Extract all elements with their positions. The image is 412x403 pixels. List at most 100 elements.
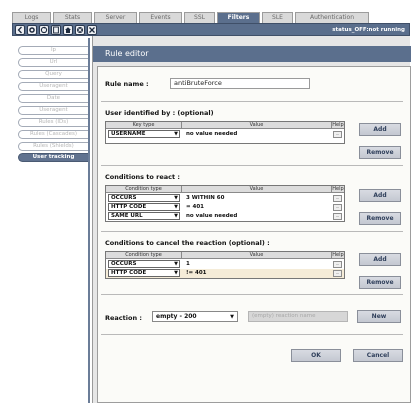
dropdown-arrow-icon: ▼: [174, 261, 178, 267]
help-button[interactable]: ...: [333, 131, 342, 138]
conditions-grid: Condition type Value Help OCCURS ▼ 3 WITH…: [105, 185, 345, 222]
tab-server[interactable]: Server: [94, 12, 137, 23]
help-button[interactable]: ...: [333, 213, 342, 220]
tab-logs[interactable]: Logs: [12, 12, 51, 23]
column-header-value: Value: [182, 252, 332, 259]
sidebar-item-date[interactable]: Date: [18, 94, 88, 103]
sidebar-item-query[interactable]: Query: [18, 70, 88, 79]
reaction-select[interactable]: empty - 200 ▼: [152, 311, 238, 322]
table-row[interactable]: HTTP CODE ▼ = 401 ...: [106, 203, 344, 212]
row-value: != 401: [186, 270, 207, 276]
user-identified-title: User identified by : (optional): [105, 109, 214, 117]
condition-type-value: HTTP CODE: [111, 270, 147, 276]
column-header-key-type: Key type: [106, 122, 182, 129]
sidebar-item-rules-shields[interactable]: Rules (Shields): [18, 142, 88, 151]
cancel-conditions-grid: Condition type Value Help OCCURS ▼ 1 ... …: [105, 251, 345, 279]
divider: [101, 231, 403, 232]
back-icon[interactable]: [15, 25, 25, 35]
table-row[interactable]: OCCURS ▼ 3 WITHIN 60 ...: [106, 194, 344, 203]
remove-cancel-condition-button[interactable]: Remove: [359, 276, 401, 289]
column-header-help: Help: [332, 122, 344, 129]
condition-type-value: SAME URL: [111, 213, 143, 219]
top-tab-bar: Logs Stats Server Events SSL Filters SLE…: [12, 12, 410, 23]
column-header-help: Help: [332, 252, 344, 259]
rule-name-input[interactable]: antiBruteForce: [170, 78, 310, 89]
new-document-icon[interactable]: [51, 25, 61, 35]
rule-name-label: Rule name :: [105, 80, 149, 88]
remove-user-key-button[interactable]: Remove: [359, 146, 401, 159]
sidebar-item-rules-cascades[interactable]: Rules (Cascades): [18, 130, 88, 139]
reaction-label: Reaction :: [105, 314, 142, 322]
help-button[interactable]: ...: [333, 261, 342, 268]
add-user-key-button[interactable]: Add: [359, 123, 401, 136]
dropdown-arrow-icon: ▼: [174, 195, 178, 201]
column-header-condition-type: Condition type: [106, 252, 182, 259]
filters-sidebar: Ip Url Query Useragent Date Useragent Ru…: [12, 38, 90, 403]
sidebar-item-url[interactable]: Url: [18, 58, 88, 67]
condition-type-select[interactable]: OCCURS ▼: [108, 194, 180, 202]
dropdown-arrow-icon: ▼: [174, 270, 178, 276]
stop-icon[interactable]: [27, 25, 37, 35]
key-type-select[interactable]: USERNAME ▼: [108, 130, 180, 138]
user-identified-grid: Key type Value Help USERNAME ▼ no value n…: [105, 121, 345, 144]
remove-condition-button[interactable]: Remove: [359, 212, 401, 225]
condition-type-value: HTTP CODE: [111, 204, 147, 210]
help-button[interactable]: ...: [333, 270, 342, 277]
toolbar: status_OFF:not running: [12, 23, 410, 36]
dropdown-arrow-icon: ▼: [174, 131, 178, 137]
sidebar-rail: [88, 38, 90, 403]
table-row[interactable]: SAME URL ▼ no value needed ...: [106, 212, 344, 221]
divider: [101, 294, 403, 295]
divider: [101, 334, 403, 335]
ok-button[interactable]: OK: [291, 349, 341, 362]
key-type-value: USERNAME: [111, 131, 146, 137]
sidebar-item-useragent-2[interactable]: Useragent: [18, 106, 88, 115]
sidebar-item-useragent[interactable]: Useragent: [18, 82, 88, 91]
tab-filters[interactable]: Filters: [217, 12, 260, 23]
refresh-icon[interactable]: [39, 25, 49, 35]
divider: [101, 165, 403, 166]
home-icon[interactable]: [63, 25, 73, 35]
reaction-name-field: (empty) reaction name: [248, 311, 348, 322]
column-header-condition-type: Condition type: [106, 186, 182, 193]
tab-events[interactable]: Events: [139, 12, 182, 23]
table-row[interactable]: OCCURS ▼ 1 ...: [106, 260, 344, 269]
condition-type-select[interactable]: HTTP CODE ▼: [108, 269, 180, 277]
tab-authentication[interactable]: Authentication: [295, 12, 369, 23]
cancel-button[interactable]: Cancel: [353, 349, 403, 362]
condition-type-select[interactable]: OCCURS ▼: [108, 260, 180, 268]
delete-icon[interactable]: [75, 25, 85, 35]
table-row-selected[interactable]: HTTP CODE ▼ != 401 ...: [106, 269, 344, 278]
sidebar-item-user-tracking[interactable]: User tracking: [18, 153, 88, 162]
tab-stats[interactable]: Stats: [53, 12, 92, 23]
add-cancel-condition-button[interactable]: Add: [359, 253, 401, 266]
condition-type-select[interactable]: HTTP CODE ▼: [108, 203, 180, 211]
rule-editor-title: Rule editor: [93, 46, 411, 62]
tab-ssl[interactable]: SSL: [184, 12, 215, 23]
divider: [101, 101, 403, 102]
help-button[interactable]: ...: [333, 195, 342, 202]
table-row[interactable]: USERNAME ▼ no value needed ...: [106, 130, 344, 139]
sidebar-item-rules-ids[interactable]: Rules (IDs): [18, 118, 88, 127]
server-status-text: status_OFF:not running: [332, 27, 405, 33]
close-icon[interactable]: [87, 25, 97, 35]
help-button[interactable]: ...: [333, 204, 342, 211]
row-value: no value needed: [186, 213, 238, 219]
row-value: no value needed: [186, 131, 238, 137]
dropdown-arrow-icon: ▼: [174, 204, 178, 210]
reaction-select-value: empty - 200: [156, 313, 197, 320]
new-reaction-button[interactable]: New: [357, 310, 401, 323]
tab-sle[interactable]: SLE: [262, 12, 293, 23]
rule-editor-form: Rule name : antiBruteForce User identifi…: [97, 66, 411, 403]
add-condition-button[interactable]: Add: [359, 189, 401, 202]
column-header-value: Value: [182, 122, 332, 129]
condition-type-value: OCCURS: [111, 195, 137, 201]
column-header-help: Help: [332, 186, 344, 193]
column-header-value: Value: [182, 186, 332, 193]
condition-type-select[interactable]: SAME URL ▼: [108, 212, 180, 220]
sidebar-item-ip[interactable]: Ip: [18, 46, 88, 55]
conditions-to-react-title: Conditions to react :: [105, 173, 180, 181]
cancel-conditions-title: Conditions to cancel the reaction (optio…: [105, 239, 270, 247]
dropdown-arrow-icon: ▼: [230, 314, 234, 320]
condition-type-value: OCCURS: [111, 261, 137, 267]
